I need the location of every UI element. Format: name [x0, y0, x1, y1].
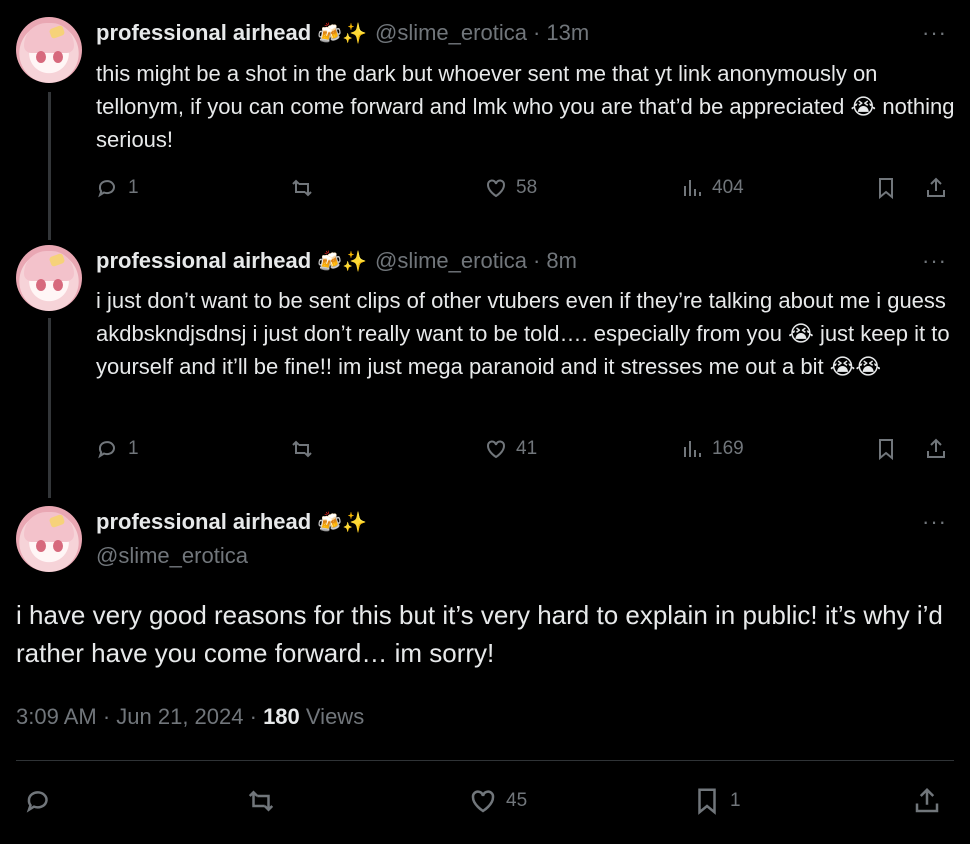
- bookmark-button[interactable]: 1: [692, 786, 741, 816]
- share-icon: [927, 438, 945, 458]
- reply-icon: [98, 180, 115, 198]
- reply-count: 1: [128, 177, 139, 198]
- more-icon[interactable]: ···: [922, 20, 947, 46]
- avatar[interactable]: [16, 506, 82, 572]
- retweet-button[interactable]: [290, 176, 314, 200]
- retweet-icon: [248, 790, 274, 812]
- share-icon: [915, 787, 939, 813]
- view-count: 404: [712, 177, 744, 198]
- bookmark-count: 1: [730, 790, 741, 811]
- handle[interactable]: @slime_erotica: [375, 248, 527, 274]
- views-button[interactable]: 404: [680, 176, 744, 200]
- name-emojis: 🍻✨: [317, 250, 367, 273]
- views-button[interactable]: 169: [680, 437, 744, 461]
- like-button[interactable]: 41: [484, 437, 537, 461]
- like-button[interactable]: 58: [484, 176, 537, 200]
- share-button[interactable]: [924, 437, 948, 461]
- divider: [16, 760, 954, 761]
- like-count: 58: [516, 177, 538, 198]
- like-icon: [487, 179, 505, 198]
- like-icon: [487, 440, 505, 459]
- share-icon: [927, 177, 945, 197]
- views-count: 180: [263, 704, 300, 729]
- name-emojis: 🍻✨: [317, 22, 367, 45]
- timestamp[interactable]: · 8m: [533, 248, 577, 274]
- handle[interactable]: @slime_erotica: [96, 543, 248, 569]
- share-button[interactable]: [924, 176, 948, 200]
- display-name[interactable]: professional airhead: [96, 248, 311, 274]
- bookmark-button[interactable]: [874, 437, 898, 461]
- name-emojis: 🍻✨: [317, 511, 367, 534]
- tweet-text: this might be a shot in the dark but who…: [96, 61, 955, 152]
- reply-button[interactable]: 1: [96, 437, 139, 461]
- main-tweet-actions: 45 1: [24, 786, 954, 816]
- reply-button[interactable]: 1: [96, 176, 139, 200]
- reply-button[interactable]: [24, 786, 54, 816]
- bookmark-button[interactable]: [874, 176, 898, 200]
- avatar[interactable]: [16, 17, 82, 83]
- like-count: 45: [506, 790, 528, 811]
- display-name[interactable]: professional airhead: [96, 509, 311, 535]
- display-name[interactable]: professional airhead: [96, 20, 311, 46]
- retweet-button[interactable]: [246, 786, 276, 816]
- thread-connector: [48, 92, 51, 240]
- bookmark-icon: [879, 178, 893, 200]
- tweet-text: i just don’t want to be sent clips of ot…: [96, 288, 950, 379]
- bookmark-icon: [879, 439, 893, 461]
- like-button[interactable]: 45: [468, 786, 527, 816]
- tweet-meta: 3:09 AM · Jun 21, 2024 · 180 Views: [16, 704, 364, 730]
- handle[interactable]: @slime_erotica: [375, 20, 527, 46]
- like-icon: [471, 790, 495, 813]
- retweet-icon: [292, 440, 312, 458]
- timestamp[interactable]: 3:09 AM · Jun 21, 2024 ·: [16, 704, 257, 729]
- view-count: 169: [712, 438, 744, 459]
- views-label: Views: [305, 704, 365, 729]
- views-icon: [684, 441, 701, 457]
- views-icon: [684, 180, 701, 196]
- share-button[interactable]: [912, 786, 942, 816]
- like-count: 41: [516, 438, 538, 459]
- thread-connector: [48, 318, 51, 498]
- tweet-actions: 1 41 169: [96, 437, 956, 467]
- bookmark-icon: [698, 788, 716, 815]
- timestamp[interactable]: · 13m: [533, 20, 589, 46]
- reply-count: 1: [128, 438, 139, 459]
- tweet-text: i have very good reasons for this but it…: [16, 600, 943, 668]
- tweet-actions: 1 58 404: [96, 176, 956, 206]
- avatar[interactable]: [16, 245, 82, 311]
- more-icon[interactable]: ···: [922, 248, 947, 274]
- retweet-button[interactable]: [290, 437, 314, 461]
- retweet-icon: [292, 179, 312, 197]
- more-icon[interactable]: ···: [922, 509, 947, 535]
- reply-icon: [98, 441, 115, 459]
- reply-icon: [26, 791, 48, 813]
